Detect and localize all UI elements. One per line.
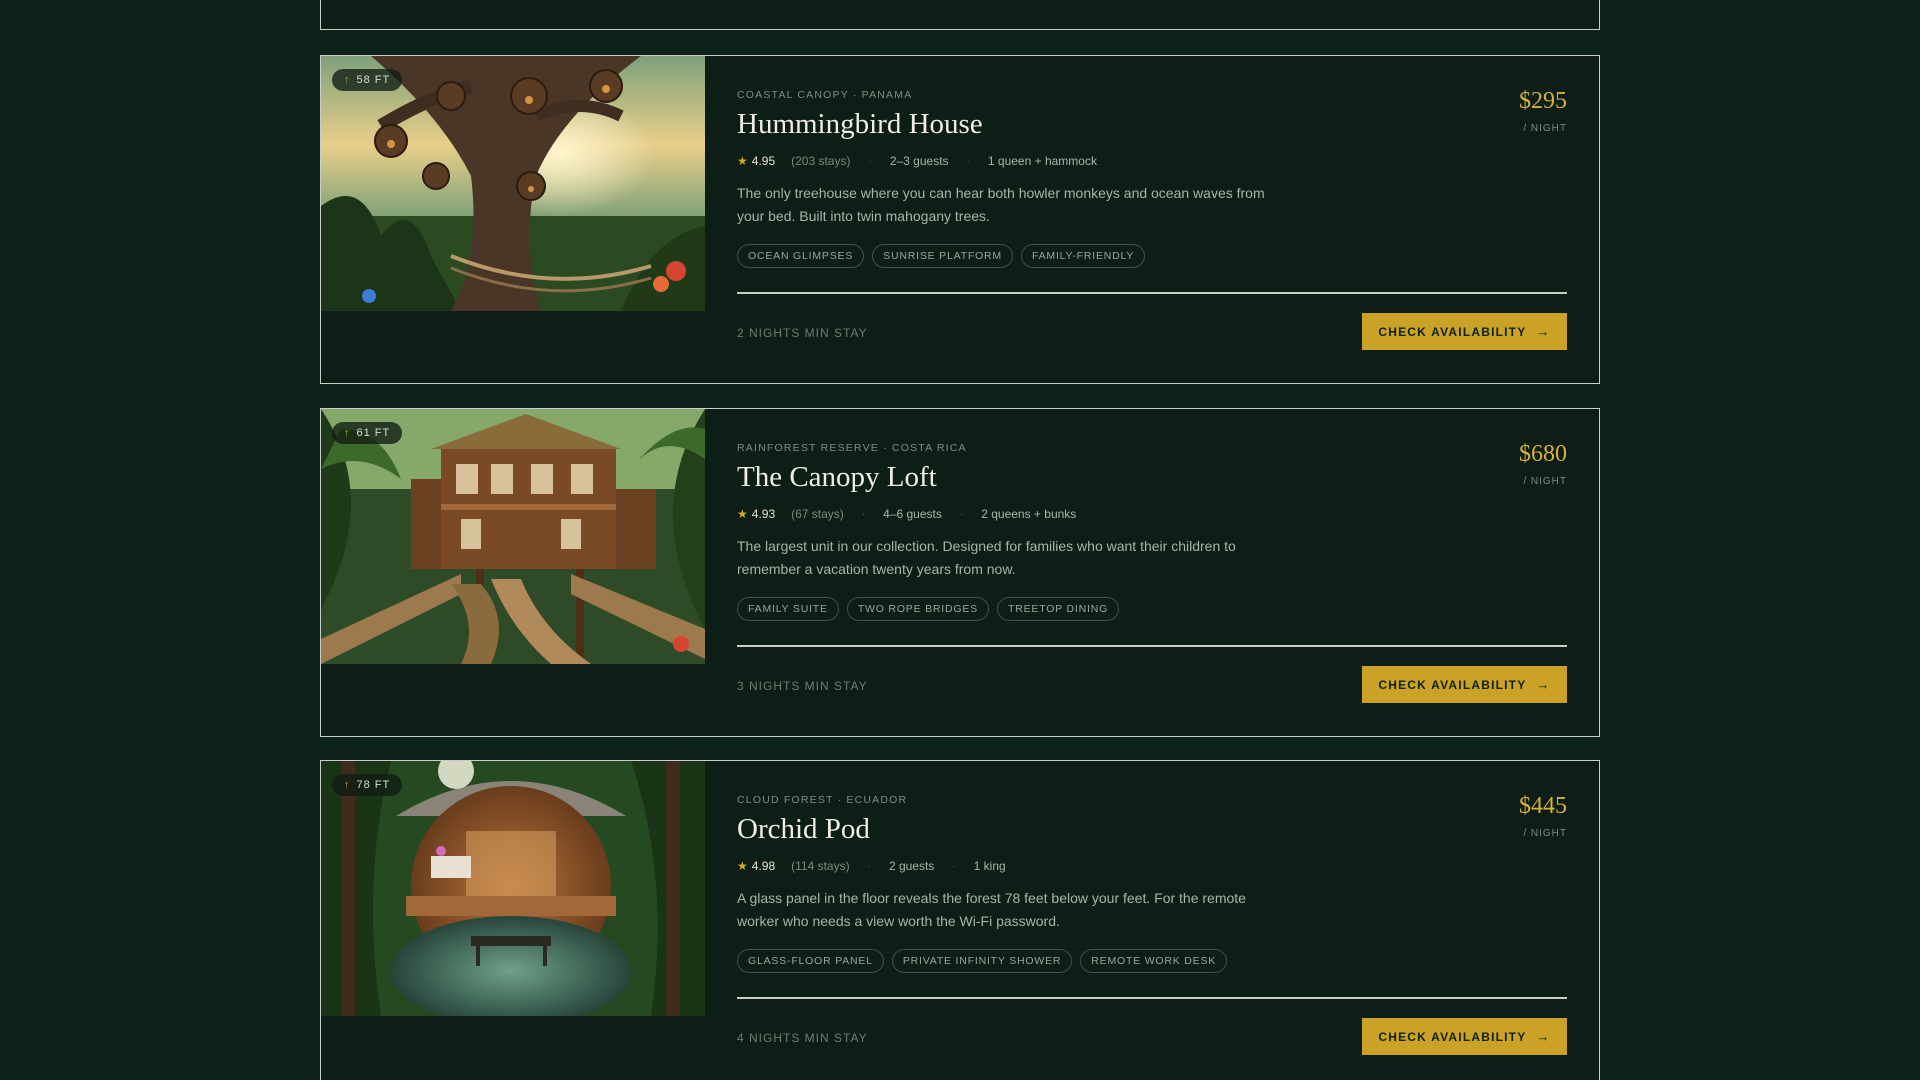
price-unit: / NIGHT — [1523, 476, 1567, 487]
listing-meta: ★ 4.98 (114 stays) · 2 guests · 1 king — [737, 859, 1006, 873]
amenity-tag: PRIVATE INFINITY SHOWER — [891, 949, 1073, 973]
listing-photo[interactable]: ↑ 61 FT — [321, 409, 705, 664]
arrow-right-icon: → — [1536, 677, 1551, 692]
arrow-up-icon: ↑ — [344, 73, 351, 86]
check-availability-button[interactable]: CHECK AVAILABILITY → — [1362, 666, 1567, 703]
listing-card-partial — [320, 0, 1600, 30]
rating-value: 4.98 — [751, 859, 776, 873]
height-badge: ↑ 78 FT — [332, 774, 403, 796]
star-icon: ★ — [737, 154, 748, 168]
amenity-tags: OCEAN GLIMPSES SUNRISE PLATFORM FAMILY-F… — [737, 244, 1146, 268]
check-availability-label: CHECK AVAILABILITY — [1378, 677, 1527, 692]
listing-description: The largest unit in our collection. Desi… — [737, 538, 1236, 577]
listing-title[interactable]: Hummingbird House — [737, 108, 983, 141]
height-badge: ↑ 61 FT — [332, 422, 403, 444]
bed-config: 1 king — [973, 859, 1006, 873]
listing-card: ↑ 58 FT COASTAL CANOPY · PANAMA Hummingb… — [320, 55, 1600, 384]
arrow-up-icon: ↑ — [344, 778, 351, 791]
divider — [737, 645, 1567, 647]
stays-count: (67 stays) — [791, 507, 844, 521]
guests-count: 2 guests — [888, 859, 935, 873]
arrow-up-icon: ↑ — [344, 426, 351, 439]
price-value: $680 — [1519, 441, 1567, 467]
check-availability-label: CHECK AVAILABILITY — [1378, 1029, 1527, 1044]
amenity-tag: TWO ROPE BRIDGES — [846, 597, 989, 621]
separator-dot: · — [868, 155, 872, 167]
amenity-tag: TREETOP DINING — [996, 597, 1120, 621]
listing-photo[interactable]: ↑ 58 FT — [321, 56, 705, 311]
separator-dot: · — [867, 860, 871, 872]
min-stay: 3 NIGHTS MIN STAY — [737, 679, 868, 693]
listing-meta: ★ 4.95 (203 stays) · 2–3 guests · 1 quee… — [737, 154, 1097, 168]
arrow-right-icon: → — [1536, 1029, 1551, 1044]
listing-location: RAINFOREST RESERVE · COSTA RICA — [737, 442, 967, 454]
height-label: 61 FT — [356, 427, 391, 439]
amenity-tag: SUNRISE PLATFORM — [872, 244, 1013, 268]
guests-count: 4–6 guests — [883, 507, 942, 521]
amenity-tags: GLASS-FLOOR PANEL PRIVATE INFINITY SHOWE… — [737, 949, 1228, 973]
listing-content: RAINFOREST RESERVE · COSTA RICA The Cano… — [737, 409, 1567, 736]
amenity-tag: FAMILY-FRIENDLY — [1020, 244, 1146, 268]
guests-count: 2–3 guests — [889, 154, 949, 168]
star-icon: ★ — [737, 859, 748, 873]
listing-meta: ★ 4.93 (67 stays) · 4–6 guests · 2 queen… — [737, 507, 1076, 521]
divider — [737, 292, 1567, 294]
listing-card: ↑ 61 FT RAINFOREST RESERVE · COSTA RICA … — [320, 408, 1600, 737]
listing-description: The only treehouse where you can hear bo… — [737, 185, 1265, 224]
amenity-tag: FAMILY SUITE — [737, 597, 839, 621]
separator-dot: · — [861, 508, 866, 520]
listing-title[interactable]: The Canopy Loft — [737, 461, 937, 494]
bed-config: 2 queens + bunks — [981, 507, 1077, 521]
divider — [737, 997, 1567, 999]
price-value: $295 — [1519, 88, 1567, 114]
rating-value: 4.93 — [751, 507, 776, 521]
check-availability-label: CHECK AVAILABILITY — [1378, 324, 1527, 339]
listing-content: CLOUD FOREST · ECUADOR Orchid Pod ★ 4.98… — [737, 761, 1567, 1080]
amenity-tag: REMOTE WORK DESK — [1080, 949, 1228, 973]
stays-count: (114 stays) — [791, 859, 850, 873]
amenity-tag: OCEAN GLIMPSES — [737, 244, 865, 268]
height-label: 78 FT — [356, 779, 391, 791]
price-unit: / NIGHT — [1523, 828, 1567, 839]
listing-location: CLOUD FOREST · ECUADOR — [737, 794, 908, 806]
listing-card: ↑ 78 FT CLOUD FOREST · ECUADOR Orchid Po… — [320, 760, 1600, 1080]
rating-value: 4.95 — [751, 154, 776, 168]
height-label: 58 FT — [356, 74, 391, 86]
star-icon: ★ — [737, 507, 748, 521]
arrow-right-icon: → — [1536, 324, 1551, 339]
listing-description: A glass panel in the floor reveals the f… — [737, 890, 1246, 929]
check-availability-button[interactable]: CHECK AVAILABILITY → — [1362, 1018, 1567, 1055]
min-stay: 2 NIGHTS MIN STAY — [737, 326, 868, 340]
bed-config: 1 queen + hammock — [987, 154, 1097, 168]
listing-location: COASTAL CANOPY · PANAMA — [737, 89, 913, 101]
separator-dot: · — [952, 860, 956, 872]
amenity-tags: FAMILY SUITE TWO ROPE BRIDGES TREETOP DI… — [737, 597, 1120, 621]
listing-photo[interactable]: ↑ 78 FT — [321, 761, 705, 1016]
listing-title[interactable]: Orchid Pod — [737, 813, 870, 846]
listing-content: COASTAL CANOPY · PANAMA Hummingbird Hous… — [737, 56, 1567, 383]
amenity-tag: GLASS-FLOOR PANEL — [737, 949, 884, 973]
price-unit: / NIGHT — [1523, 123, 1567, 134]
stays-count: (203 stays) — [791, 154, 851, 168]
height-badge: ↑ 58 FT — [332, 69, 403, 91]
price-value: $445 — [1519, 793, 1567, 819]
separator-dot: · — [966, 155, 970, 167]
min-stay: 4 NIGHTS MIN STAY — [737, 1031, 868, 1045]
separator-dot: · — [959, 508, 964, 520]
check-availability-button[interactable]: CHECK AVAILABILITY → — [1362, 313, 1567, 350]
